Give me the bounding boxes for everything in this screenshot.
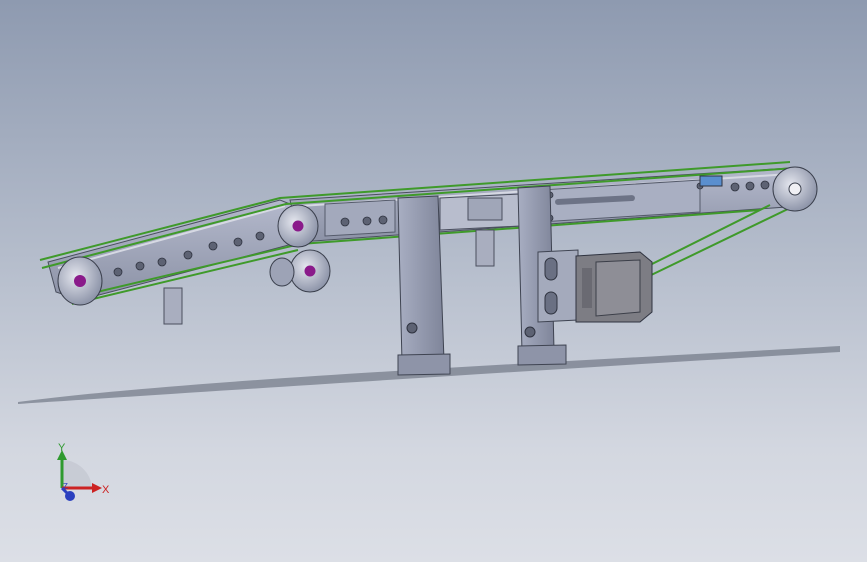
roller-right-end [772, 166, 818, 212]
y-axis-label: Y [58, 442, 66, 454]
z-axis-label: Z [63, 482, 68, 491]
roller-bend-upper [277, 204, 319, 248]
shaft-left [163, 287, 183, 325]
stepper-motor [575, 251, 653, 323]
coordinate-triad[interactable]: Y X Z [40, 436, 120, 516]
roller-bend-lower [269, 249, 331, 293]
triad-axes-icon [57, 450, 102, 501]
conveyor-model[interactable] [0, 0, 867, 562]
graphics-viewport[interactable]: Y X Z [0, 0, 867, 562]
sensor-bracket [699, 175, 723, 187]
roller-left-end [57, 256, 103, 306]
motor-mount [537, 249, 579, 323]
x-axis-label: X [102, 484, 110, 496]
